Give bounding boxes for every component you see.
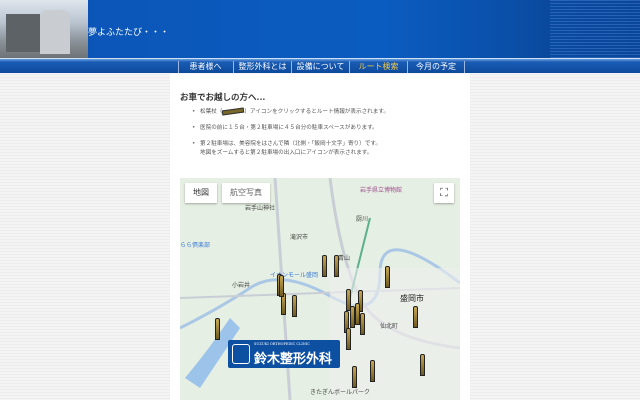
info-list: 松葉杖（ ）アイコンをクリックするとルート情報が表示されます。 医院の前に１５台・… [192,107,462,165]
map-label: 盛岡市 [400,294,424,303]
crutch-marker-icon[interactable] [352,366,357,388]
item-text: 第２駐車場は、美容院をはさんで隣（北側・「飯岡十文字」寄り）です。 [200,141,381,147]
list-item: 医院の前に１５台・第２駐車場に４５台分の駐車スペースがあります。 [192,124,462,133]
nav-schedule[interactable]: 今月の予定 [407,61,465,73]
crutch-marker-icon[interactable] [420,354,425,376]
list-item: 第２駐車場は、美容院をはさんで隣（北側・「飯岡十文字」寄り）です。地図をズームす… [192,140,462,158]
logo-english: SUZUKI ORTHOPEDIC CLINIC [254,342,310,346]
clinic-photo [0,0,88,58]
map-label: 岩手山神社 [245,205,276,212]
fullscreen-icon[interactable]: ⛶ [434,183,454,203]
site-header: 夢よふたたび・・・ [0,0,640,58]
logo-japanese: 鈴木整形外科 [254,352,333,367]
crutch-marker-icon[interactable] [413,306,418,328]
crutch-marker-icon[interactable] [334,255,339,277]
tagline: 夢よふたたび・・・ [88,28,170,38]
page-heading: お車でお越しの方へ... [180,93,266,103]
nav-orthopedics[interactable]: 整形外科とは [233,61,291,73]
map-label: 小岩井 [232,282,251,289]
google-map[interactable]: 地図 航空写真 ⛶ 岩手県立博物館 滝沢市 厨川 青山 盛岡市 仙北町 小岩井 … [180,178,460,400]
crutch-marker-icon[interactable] [215,318,220,340]
crutch-marker-icon[interactable] [360,313,365,335]
map-label: 滝沢市 [290,234,309,241]
crutch-marker-icon[interactable] [370,360,375,382]
map-label: きたぎんボールパーク [310,389,371,396]
crutch-marker-icon[interactable] [292,295,297,317]
crutch-marker-icon[interactable] [350,306,355,328]
list-item: 松葉杖（ ）アイコンをクリックするとルート情報が表示されます。 [192,107,462,117]
header-decoration [550,0,640,58]
crutch-marker-icon[interactable] [322,255,327,277]
tab-satellite[interactable]: 航空写真 [222,183,270,203]
crutch-marker-icon[interactable] [279,275,284,297]
main-nav: 患者様へ 整形外科とは 設備について ルート検索 今月の予定 [0,58,640,73]
nav-route-search[interactable]: ルート検索 [349,61,407,73]
clinic-emblem-icon [232,344,250,364]
nav-patients[interactable]: 患者様へ [178,61,232,73]
crutch-icon [222,107,245,116]
item-text: ）アイコンをクリックするとルート情報が表示されます。 [244,109,389,115]
tab-map[interactable]: 地図 [185,183,217,203]
map-label: 厨川 [356,216,369,223]
nav-facilities[interactable]: 設備について [291,61,349,73]
crutch-marker-icon[interactable] [346,328,351,350]
map-label: 青山 [338,255,351,262]
item-text: 地図をズームすると第２駐車場の出入口にアイコンが表示されます。 [200,150,373,156]
clinic-logo[interactable]: SUZUKI ORTHOPEDIC CLINIC 鈴木整形外科 [228,340,340,368]
crutch-marker-icon[interactable] [385,266,390,288]
main-content: お車でお越しの方へ... 松葉杖（ ）アイコンをクリックするとルート情報が表示され… [170,74,470,400]
map-label: 仙北町 [380,323,399,330]
map-label: らら倶楽部 [180,242,211,249]
item-text: 松葉杖（ [200,109,223,115]
map-label: 岩手県立博物館 [360,187,403,194]
